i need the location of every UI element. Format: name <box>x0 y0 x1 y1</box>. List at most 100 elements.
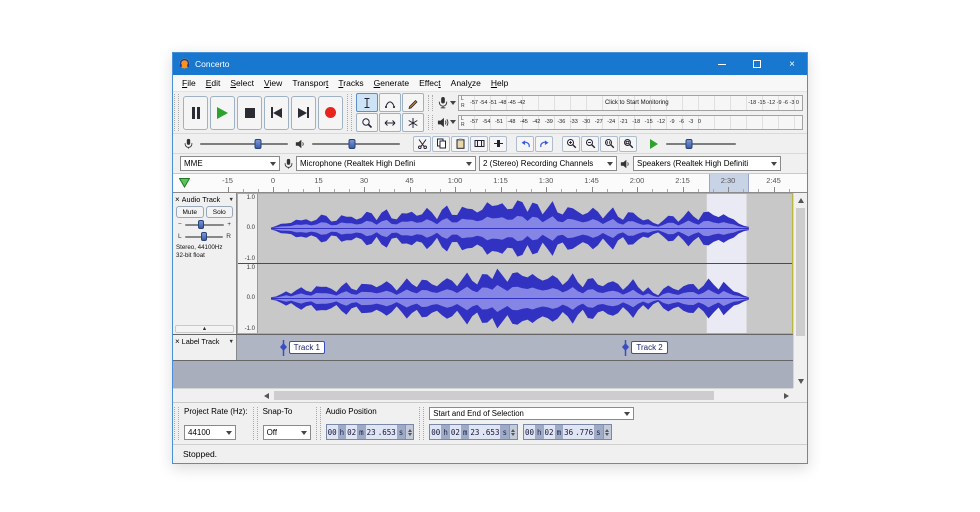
menu-transport[interactable]: Transport <box>287 78 333 88</box>
menu-select[interactable]: Select <box>225 78 259 88</box>
collapse-track-button[interactable]: ▲ <box>175 325 234 333</box>
time-segment[interactable]: .776 <box>574 425 595 439</box>
skip-start-button[interactable] <box>264 95 289 130</box>
time-segment[interactable]: s <box>594 425 603 439</box>
time-segment[interactable]: m <box>460 425 470 439</box>
scroll-left-button[interactable] <box>259 389 273 402</box>
toolbar-grip[interactable] <box>347 94 352 131</box>
menu-file[interactable]: File <box>177 78 201 88</box>
toolbar-grip[interactable] <box>174 407 179 440</box>
draw-tool-button[interactable] <box>402 93 424 112</box>
selection-tool-button[interactable] <box>356 93 378 112</box>
toolbar-grip[interactable] <box>174 94 179 131</box>
selection-start-display[interactable]: 00 h 02 m 23.653 s <box>429 424 518 440</box>
menu-view[interactable]: View <box>259 78 287 88</box>
waveform-canvas[interactable] <box>258 264 792 333</box>
mute-button[interactable]: Mute <box>176 206 204 218</box>
menu-analyze[interactable]: Analyze <box>446 78 486 88</box>
time-segment[interactable]: s <box>500 425 509 439</box>
time-segment[interactable]: 00 <box>523 425 536 439</box>
menu-help[interactable]: Help <box>486 78 513 88</box>
silence-button[interactable] <box>489 135 507 152</box>
slider-thumb[interactable] <box>348 138 356 149</box>
menu-generate[interactable]: Generate <box>369 78 414 88</box>
time-segment[interactable]: 36 <box>563 425 575 439</box>
close-track-button[interactable]: × <box>175 337 180 346</box>
time-segment[interactable]: h <box>337 425 347 439</box>
vertical-scrollbar[interactable] <box>793 193 807 388</box>
slider-thumb[interactable] <box>685 138 693 149</box>
slider-thumb[interactable] <box>254 138 262 149</box>
time-segment[interactable]: 23 <box>469 425 481 439</box>
menu-edit[interactable]: Edit <box>201 78 226 88</box>
recording-meter[interactable]: LR -57 -54 -51 -48 -45 -42 Click to Star… <box>458 95 803 111</box>
recording-volume-slider[interactable] <box>200 138 288 150</box>
selection-end-display[interactable]: 00 h 02 m 36.776 s <box>522 424 612 440</box>
time-segment[interactable]: 02 <box>543 425 555 439</box>
time-segment[interactable]: 23 <box>365 425 377 439</box>
slider-thumb[interactable] <box>200 232 207 241</box>
toolbar-grip[interactable] <box>419 407 425 440</box>
pan-slider[interactable] <box>184 231 225 242</box>
zoom-tool-button[interactable] <box>356 113 378 132</box>
timeline-ruler[interactable]: -15 0 15 30 45 1:00 1:15 1:30 1:45 2:00 2:15 2:30 2:… <box>173 174 807 193</box>
recording-channels-select[interactable]: 2 (Stereo) Recording Channels <box>479 156 617 171</box>
time-segment[interactable]: 02 <box>449 425 461 439</box>
pause-button[interactable] <box>183 95 208 130</box>
timeshift-tool-button[interactable] <box>379 113 401 132</box>
undo-button[interactable] <box>516 135 534 152</box>
label-marker-icon[interactable] <box>279 340 288 358</box>
toolbar-grip[interactable] <box>315 407 321 440</box>
minimize-button[interactable] <box>707 53 737 75</box>
time-segment[interactable]: m <box>554 425 564 439</box>
stop-button[interactable] <box>237 95 262 130</box>
play-button[interactable] <box>210 95 235 130</box>
selection-mode-select[interactable]: Start and End of Selection <box>429 407 635 420</box>
vertical-ruler[interactable]: 1.0 0.0 -1.0 <box>238 264 258 333</box>
solo-button[interactable]: Solo <box>205 206 233 218</box>
recording-device-select[interactable]: Microphone (Realtek High Defini <box>296 156 476 171</box>
label-area[interactable]: Track 1 Track 2 <box>237 335 793 360</box>
trim-button[interactable] <box>470 135 488 152</box>
recording-meter-mic[interactable] <box>434 93 458 113</box>
project-rate-select[interactable]: 44100 <box>184 425 236 440</box>
time-spinner[interactable] <box>602 425 611 439</box>
zoom-out-button[interactable] <box>581 135 599 152</box>
time-spinner[interactable] <box>405 425 414 439</box>
time-segment[interactable]: .653 <box>376 425 397 439</box>
snap-to-select[interactable]: Off <box>262 425 311 440</box>
playback-device-select[interactable]: Speakers (Realtek High Definiti <box>633 156 781 171</box>
paste-button[interactable] <box>451 135 469 152</box>
gain-slider[interactable] <box>184 219 225 230</box>
playback-meter[interactable]: LR -57 -54 -51 -48 -45 -42 -39 -36 -33 -… <box>458 114 803 130</box>
slider-thumb[interactable] <box>198 220 205 229</box>
playback-meter-speaker[interactable] <box>434 113 458 133</box>
copy-button[interactable] <box>432 135 450 152</box>
waveform-canvas[interactable] <box>258 194 792 263</box>
scroll-right-button[interactable] <box>779 389 793 402</box>
toolbar-grip[interactable] <box>252 407 258 440</box>
label-text[interactable]: Track 2 <box>631 341 668 354</box>
time-segment[interactable]: h <box>441 425 450 439</box>
menu-tracks[interactable]: Tracks <box>333 78 368 88</box>
time-segment[interactable]: 02 <box>346 425 358 439</box>
track-menu-button[interactable]: ▼ <box>229 197 234 203</box>
time-segment[interactable]: s <box>396 425 406 439</box>
horizontal-scrollbar[interactable] <box>173 388 793 402</box>
scroll-down-button[interactable] <box>794 374 807 388</box>
fit-project-button[interactable] <box>619 135 637 152</box>
audio-position-display[interactable]: 00 h 02 m 23.653 s <box>325 424 415 440</box>
track-title[interactable]: Audio Track <box>182 195 227 204</box>
envelope-tool-button[interactable] <box>379 93 401 112</box>
track-menu-button[interactable]: ▼ <box>229 339 234 345</box>
zoom-in-button[interactable] <box>562 135 580 152</box>
time-spinner[interactable] <box>508 425 517 439</box>
toolbar-grip[interactable] <box>428 95 433 111</box>
titlebar[interactable]: Concerto × <box>173 53 807 75</box>
time-segment[interactable]: m <box>357 425 366 439</box>
time-segment[interactable]: h <box>535 425 544 439</box>
skip-end-button[interactable] <box>291 95 316 130</box>
scrollbar-thumb[interactable] <box>274 391 715 400</box>
multi-tool-button[interactable] <box>402 113 424 132</box>
record-button[interactable] <box>318 95 343 130</box>
